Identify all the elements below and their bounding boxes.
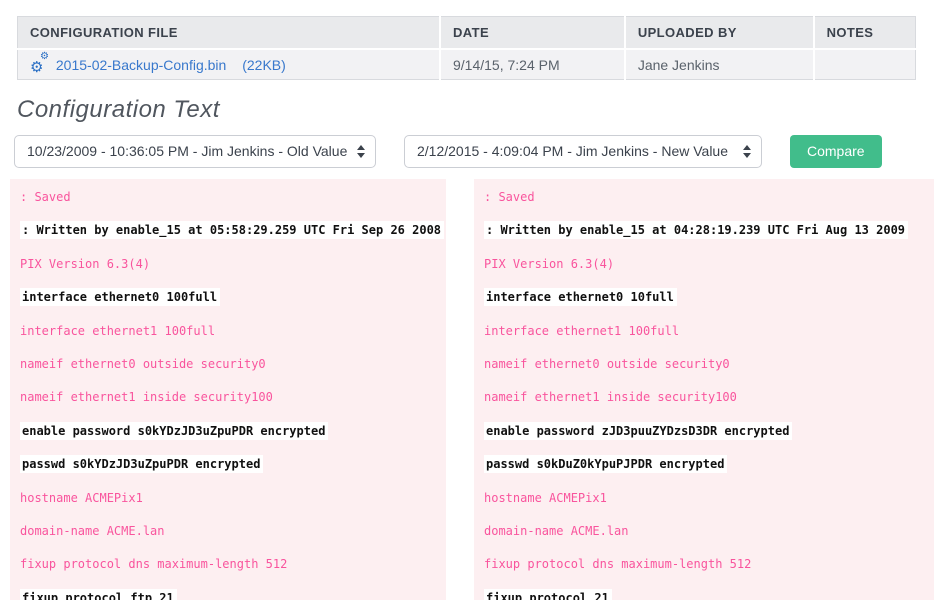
- new-version-select[interactable]: 2/12/2015 - 4:09:04 PM - Jim Jenkins - N…: [404, 135, 762, 168]
- config-line: fixup protocol ftp 21: [20, 582, 446, 600]
- old-version-selected-value: 10/23/2009 - 10:36:05 PM - Jim Jenkins -…: [27, 143, 347, 159]
- config-line: fixup protocol dns maximum-length 512: [20, 548, 446, 581]
- configuration-file-table: CONFIGURATION FILE DATE UPLOADED BY NOTE…: [17, 16, 933, 80]
- config-line: : Saved: [484, 181, 934, 214]
- config-line: hostname ACMEPix1: [20, 482, 446, 515]
- config-line: nameif ethernet1 inside security100: [20, 381, 446, 414]
- config-line: interface ethernet0 100full: [20, 281, 446, 314]
- date-cell: 9/14/15, 7:24 PM: [440, 49, 625, 80]
- config-file-link[interactable]: 2015-02-Backup-Config.bin: [56, 57, 226, 73]
- diff-left-panel: : Saved: Written by enable_15 at 05:58:2…: [10, 179, 446, 600]
- header-uploaded-by: UPLOADED BY: [625, 17, 814, 50]
- config-line: nameif ethernet0 outside security0: [484, 348, 934, 381]
- diff-right-panel: : Saved: Written by enable_15 at 04:28:1…: [474, 179, 934, 600]
- config-line: hostname ACMEPix1: [484, 482, 934, 515]
- config-line: nameif ethernet1 inside security100: [484, 381, 934, 414]
- config-diff-view: : Saved: Written by enable_15 at 05:58:2…: [10, 179, 940, 600]
- notes-cell: [814, 49, 916, 80]
- file-cell: ⚙⚙ 2015-02-Backup-Config.bin (22KB): [18, 49, 441, 80]
- config-line: enable password zJD3puuZYDzsD3DR encrypt…: [484, 415, 934, 448]
- compare-button[interactable]: Compare: [790, 135, 882, 168]
- config-line: enable password s0kYDzJD3uZpuPDR encrypt…: [20, 415, 446, 448]
- config-line: fixup protocol dns maximum-length 512: [484, 548, 934, 581]
- uploaded-by-cell: Jane Jenkins: [625, 49, 814, 80]
- compare-controls: 10/23/2009 - 10:36:05 PM - Jim Jenkins -…: [14, 134, 950, 168]
- config-line: passwd s0kDuZ0kYpuPJPDR encrypted: [484, 448, 934, 481]
- config-line: PIX Version 6.3(4): [20, 248, 446, 281]
- header-date: DATE: [440, 17, 625, 50]
- config-line: interface ethernet1 100full: [20, 315, 446, 348]
- old-version-select[interactable]: 10/23/2009 - 10:36:05 PM - Jim Jenkins -…: [14, 135, 376, 168]
- config-line: : Saved: [20, 181, 446, 214]
- file-size-label: (22KB): [242, 57, 286, 73]
- config-line: passwd s0kYDzJD3uZpuPDR encrypted: [20, 448, 446, 481]
- table-header-row: CONFIGURATION FILE DATE UPLOADED BY NOTE…: [18, 17, 916, 50]
- header-notes: NOTES: [814, 17, 916, 50]
- config-line: : Written by enable_15 at 05:58:29.259 U…: [20, 214, 446, 247]
- new-version-selected-value: 2/12/2015 - 4:09:04 PM - Jim Jenkins - N…: [417, 143, 728, 159]
- diff-gutter: [446, 179, 474, 600]
- config-line: PIX Version 6.3(4): [484, 248, 934, 281]
- cogs-icon: ⚙⚙: [30, 56, 50, 72]
- page-title: Configuration Text: [17, 96, 950, 124]
- config-line: domain-name ACME.lan: [484, 515, 934, 548]
- config-line: fixup protocol 21: [484, 582, 934, 600]
- table-row: ⚙⚙ 2015-02-Backup-Config.bin (22KB) 9/14…: [18, 49, 916, 80]
- config-line: interface ethernet0 10full: [484, 281, 934, 314]
- config-line: domain-name ACME.lan: [20, 515, 446, 548]
- config-line: interface ethernet1 100full: [484, 315, 934, 348]
- up-down-arrows-icon: [743, 145, 751, 158]
- config-line: nameif ethernet0 outside security0: [20, 348, 446, 381]
- config-line: : Written by enable_15 at 04:28:19.239 U…: [484, 214, 934, 247]
- header-configuration-file: CONFIGURATION FILE: [18, 17, 441, 50]
- up-down-arrows-icon: [357, 145, 365, 158]
